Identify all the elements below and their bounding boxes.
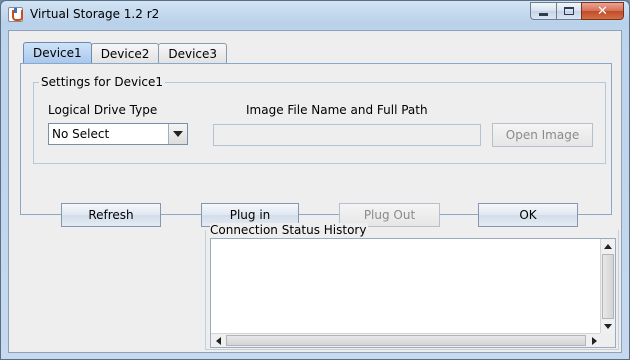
scroll-corner: [600, 333, 615, 347]
drive-type-label: Logical Drive Type: [48, 103, 158, 117]
title-bar[interactable]: Virtual Storage 1.2 r2 ✕: [1, 1, 629, 27]
close-icon: ✕: [597, 3, 608, 19]
scroll-left-button[interactable]: [211, 334, 225, 348]
tab-device1[interactable]: Device1: [23, 42, 92, 63]
arrow-up-icon: [604, 243, 612, 249]
close-button[interactable]: ✕: [581, 2, 624, 20]
vertical-scrollbar[interactable]: [600, 239, 615, 333]
vertical-scroll-thumb[interactable]: [602, 254, 614, 319]
minimize-button[interactable]: [530, 2, 556, 20]
history-log[interactable]: [210, 238, 616, 348]
scroll-up-button[interactable]: [601, 239, 615, 253]
drive-type-value: No Select: [52, 127, 110, 141]
open-image-button[interactable]: Open Image: [492, 123, 593, 147]
refresh-button[interactable]: Refresh: [61, 203, 161, 227]
arrow-right-icon: [591, 337, 597, 345]
client-area: Device1 Device2 Device3 Settings for Dev…: [8, 30, 622, 353]
history-title: Connection Status History: [210, 223, 369, 237]
tab-device3[interactable]: Device3: [158, 43, 228, 63]
maximize-icon: [564, 7, 574, 15]
device1-panel: Settings for Device1 Logical Drive Type …: [20, 63, 612, 227]
minimize-icon: [539, 12, 548, 16]
java-coffee-cup-icon[interactable]: [8, 7, 23, 22]
settings-group-title: Settings for Device1: [39, 75, 166, 89]
window-title: Virtual Storage 1.2 r2: [30, 7, 160, 21]
scroll-right-button[interactable]: [587, 334, 601, 348]
scroll-down-button[interactable]: [601, 319, 615, 333]
app-window: Virtual Storage 1.2 r2 ✕ Device1 Device2…: [0, 0, 630, 360]
drive-type-select[interactable]: No Select: [48, 123, 188, 145]
horizontal-scrollbar[interactable]: [211, 333, 601, 347]
tab-device2[interactable]: Device2: [90, 43, 160, 63]
horizontal-scroll-thumb[interactable]: [226, 335, 586, 346]
window-controls: ✕: [530, 2, 624, 20]
maximize-button[interactable]: [556, 2, 581, 20]
image-path-field[interactable]: [213, 124, 481, 146]
arrow-down-icon: [604, 323, 612, 329]
device-tabs: Device1 Device2 Device3: [23, 42, 228, 63]
ok-button[interactable]: OK: [478, 203, 578, 227]
image-path-label: Image File Name and Full Path: [246, 103, 428, 117]
settings-group: Settings for Device1 Logical Drive Type …: [33, 75, 606, 164]
dropdown-arrow-button[interactable]: [168, 124, 187, 144]
chevron-down-icon: [173, 131, 183, 137]
arrow-left-icon: [215, 337, 221, 345]
